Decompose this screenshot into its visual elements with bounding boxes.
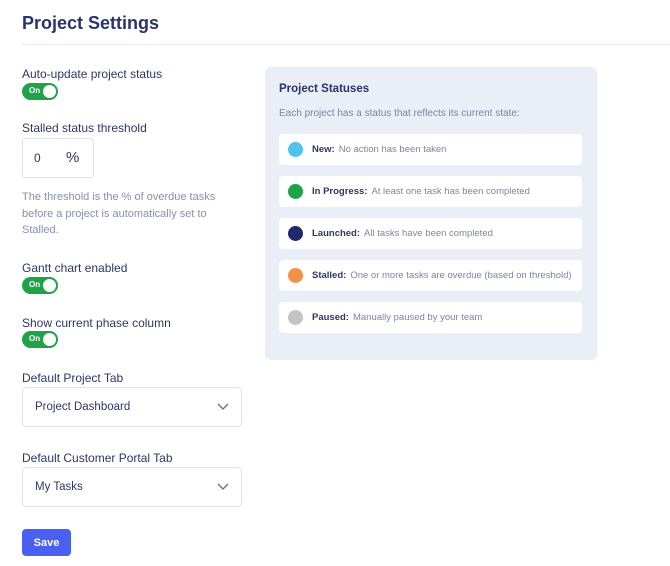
select-value: My Tasks xyxy=(35,481,83,493)
status-item-launched: Launched: All tasks have been completed xyxy=(279,218,582,249)
default-project-tab-label: Default Project Tab xyxy=(22,371,124,385)
stalled-threshold-label: Stalled status threshold xyxy=(22,121,147,135)
status-item-new: New: No action has been taken xyxy=(279,134,582,165)
status-dot-icon xyxy=(288,142,303,157)
stalled-threshold-input[interactable]: 0 % xyxy=(22,138,94,178)
toggle-knob xyxy=(43,333,56,346)
gantt-toggle[interactable]: On xyxy=(22,277,58,294)
status-name: Stalled: xyxy=(312,270,347,281)
status-description: One or more tasks are overdue (based on … xyxy=(350,270,572,281)
status-name: Paused: xyxy=(312,312,349,323)
status-item-in-progress: In Progress: At least one task has been c… xyxy=(279,176,582,207)
select-value: Project Dashboard xyxy=(35,401,131,413)
default-project-tab-select[interactable]: Project Dashboard xyxy=(22,387,242,427)
auto-update-label: Auto-update project status xyxy=(22,67,163,81)
toggle-state-text: On xyxy=(29,86,41,95)
project-statuses-panel: Project Statuses Each project has a stat… xyxy=(265,67,597,360)
threshold-help-text: The threshold is the % of overdue tasks … xyxy=(22,191,216,236)
panel-description: Each project has a status that reflects … xyxy=(279,108,520,119)
chevron-down-icon xyxy=(217,483,229,491)
status-description: All tasks have been completed xyxy=(364,228,493,239)
status-dot-icon xyxy=(288,310,303,325)
status-item-paused: Paused: Manually paused by your team xyxy=(279,302,582,333)
panel-title: Project Statuses xyxy=(279,83,370,95)
percent-unit: % xyxy=(66,149,80,166)
status-description: At least one task has been completed xyxy=(371,186,530,197)
portal-tab-label: Default Customer Portal Tab xyxy=(22,451,173,465)
status-dot-icon xyxy=(288,226,303,241)
title-divider xyxy=(22,44,670,45)
toggle-knob xyxy=(43,85,56,98)
auto-update-toggle[interactable]: On xyxy=(22,83,58,100)
status-name: Launched: xyxy=(312,228,361,239)
save-button[interactable]: Save xyxy=(22,529,71,556)
toggle-knob xyxy=(43,279,56,292)
gantt-label: Gantt chart enabled xyxy=(22,261,128,275)
phase-column-label: Show current phase column xyxy=(22,316,171,330)
status-dot-icon xyxy=(288,184,303,199)
status-description: Manually paused by your team xyxy=(352,312,483,323)
status-name: New: xyxy=(312,144,335,155)
status-dot-icon xyxy=(288,268,303,283)
page-title: Project Settings xyxy=(22,13,160,33)
chevron-down-icon xyxy=(217,403,229,411)
threshold-value: 0 xyxy=(34,151,41,165)
status-name: In Progress: xyxy=(312,186,368,197)
status-description: No action has been taken xyxy=(338,144,447,155)
portal-tab-select[interactable]: My Tasks xyxy=(22,467,242,507)
status-item-stalled: Stalled: One or more tasks are overdue (b… xyxy=(279,260,582,291)
phase-column-toggle[interactable]: On xyxy=(22,331,58,348)
toggle-state-text: On xyxy=(29,280,41,289)
toggle-state-text: On xyxy=(29,334,41,343)
